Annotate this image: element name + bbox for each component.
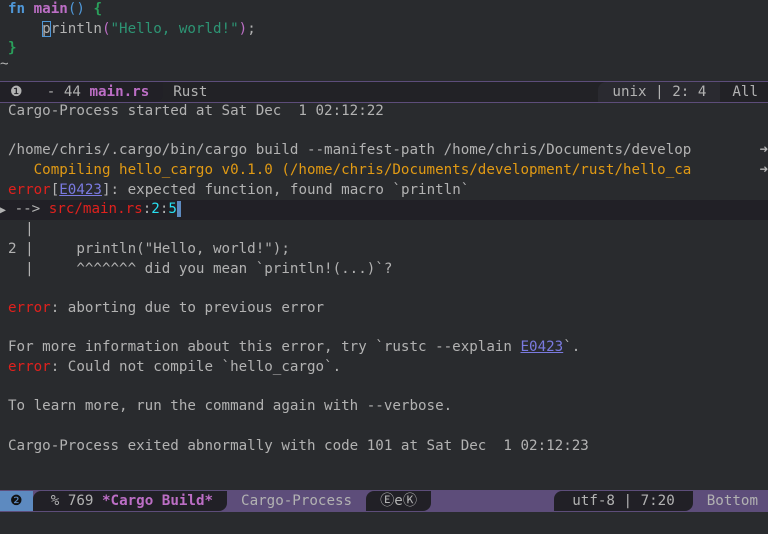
error-code-link[interactable]: E0423 bbox=[59, 182, 102, 198]
top-modeline: ❶ - 44 main.rs Rust unix | 2: 4 All bbox=[0, 81, 768, 103]
code-line-2: println("Hello, world!"); bbox=[0, 20, 768, 40]
buffer-size: % 769 bbox=[50, 493, 94, 509]
code-line-1: fn main() { bbox=[0, 0, 768, 20]
compile-error-line: error: Could not compile `hello_cargo`. bbox=[0, 358, 768, 378]
buffer-size: - 44 bbox=[46, 84, 81, 100]
major-mode[interactable]: Cargo-Process bbox=[227, 491, 366, 511]
error-label: error bbox=[8, 181, 51, 198]
error-label: error bbox=[8, 358, 51, 375]
paren: ( bbox=[101, 20, 111, 37]
exited-line: Cargo-Process exited abnormally with cod… bbox=[8, 437, 589, 454]
started-line: Cargo-Process started at Sat Dec 1 02:12… bbox=[8, 103, 384, 119]
error-message: : aborting due to previous error bbox=[50, 299, 325, 316]
error-code-link[interactable]: E0423 bbox=[521, 339, 564, 355]
error-message: : expected function, found macro `printl… bbox=[110, 181, 470, 198]
minor-modes[interactable]: ⒺeⓀ bbox=[366, 491, 432, 511]
verbose-line: To learn more, run the command again wit… bbox=[8, 398, 453, 415]
paren: ) bbox=[238, 20, 248, 37]
encoding-position: unix | 2: 4 bbox=[598, 82, 721, 102]
buffer-name[interactable]: main.rs bbox=[89, 84, 149, 100]
compiling-line: Compiling hello_cargo v0.1.0 (/home/chri… bbox=[0, 161, 768, 181]
function-name: main bbox=[33, 1, 68, 17]
arrow: --> bbox=[6, 201, 49, 218]
params: () bbox=[67, 1, 94, 17]
info-line: For more information about this error, t… bbox=[0, 338, 768, 358]
empty-line-marker: ~ bbox=[0, 59, 9, 71]
scroll-position: All bbox=[732, 84, 758, 100]
error-line: error[E0423]: expected function, found m… bbox=[8, 181, 470, 198]
code: rintln bbox=[50, 20, 102, 37]
keyword: fn bbox=[8, 1, 26, 17]
location-line[interactable]: ▶ --> src/main.rs:2:5 bbox=[0, 200, 768, 221]
command-text: /home/chris/.cargo/bin/cargo build --man… bbox=[8, 142, 692, 159]
hint-line: | ^^^^^^^ did you mean `println!(...)`? bbox=[8, 260, 393, 277]
compilation-buffer[interactable]: Cargo-Process started at Sat Dec 1 02:12… bbox=[0, 102, 768, 456]
pipe-line: | bbox=[8, 221, 34, 238]
major-mode[interactable]: Rust bbox=[163, 82, 215, 102]
info-text: For more information about this error, t… bbox=[8, 339, 521, 356]
truncation-icon: ➜ bbox=[759, 141, 768, 162]
error-message: : Could not compile `hello_cargo`. bbox=[50, 358, 342, 375]
text-cursor: p bbox=[42, 20, 51, 37]
bottom-modeline: ❷ % 769 *Cargo Build* Cargo-Process ⒺeⓀ … bbox=[0, 490, 768, 512]
source-line: 2 | println("Hello, world!"); bbox=[8, 240, 290, 257]
info-suffix: `. bbox=[563, 339, 581, 356]
code-editor[interactable]: fn main() { println("Hello, world!"); } … bbox=[0, 0, 768, 70]
encoding-position: utf-8 | 7:20 bbox=[554, 491, 693, 511]
code-line-3: } bbox=[0, 39, 768, 59]
brace: { bbox=[93, 1, 102, 17]
truncation-icon: ➜ bbox=[759, 161, 768, 181]
brace: } bbox=[8, 40, 17, 57]
error-file-link[interactable]: src/main.rs bbox=[49, 201, 143, 217]
line-number: 2 bbox=[151, 201, 160, 218]
column-number: 5 bbox=[168, 201, 181, 218]
semicolon: ; bbox=[247, 20, 256, 37]
error-label: error bbox=[8, 299, 51, 316]
compiling-text: Compiling hello_cargo v0.1.0 (/home/chri… bbox=[8, 162, 692, 179]
buffer-name[interactable]: *Cargo Build* bbox=[102, 493, 213, 509]
window-number[interactable]: ❶ bbox=[0, 82, 33, 102]
scroll-position: Bottom bbox=[706, 493, 758, 509]
window-number[interactable]: ❷ bbox=[0, 491, 33, 511]
buffer-info: % 769 *Cargo Build* bbox=[32, 491, 228, 511]
string-literal: "Hello, world!" bbox=[110, 20, 239, 37]
abort-line: error: aborting due to previous error bbox=[0, 299, 768, 319]
buffer-info: - 44 main.rs bbox=[32, 82, 164, 102]
command-line: /home/chris/.cargo/bin/cargo build --man… bbox=[0, 141, 768, 162]
